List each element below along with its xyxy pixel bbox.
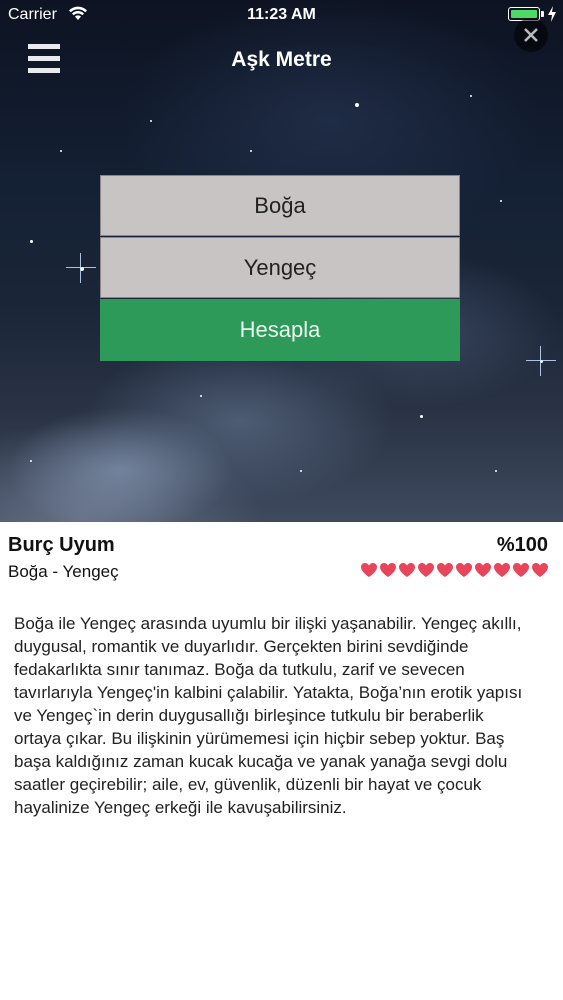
clock: 11:23 AM: [247, 6, 316, 23]
heart-icon: [361, 563, 377, 577]
heart-icon: [456, 563, 472, 577]
star: [250, 150, 252, 152]
calculate-button-label: Hesapla: [239, 317, 321, 342]
heart-icon: [475, 563, 491, 577]
result-title: Burç Uyum: [8, 534, 115, 556]
first-sign-selector[interactable]: Boğa: [100, 175, 460, 236]
star: [150, 120, 152, 122]
first-sign-label: Boğa: [254, 192, 306, 218]
star: [30, 460, 32, 462]
star: [495, 470, 497, 472]
battery-tip: [541, 11, 544, 17]
calculate-button[interactable]: Hesapla: [100, 299, 460, 361]
heart-icon: [532, 563, 548, 577]
second-sign-selector[interactable]: Yengeç: [100, 237, 460, 298]
heart-icon: [418, 563, 434, 577]
compatibility-description: Boğa ile Yengeç arasında uyumlu bir iliş…: [14, 614, 523, 817]
star: [60, 150, 62, 152]
heart-icon: [494, 563, 510, 577]
page-title: Aşk Metre: [231, 48, 332, 71]
sign-pair-label: Boğa - Yengeç: [8, 562, 119, 581]
space-background: Carrier 11:23 AM Aşk Metre Boğa Yengeç H…: [0, 0, 563, 522]
heart-icon: [513, 563, 529, 577]
star-flare: [526, 346, 556, 376]
compatibility-percent: %100: [496, 534, 548, 556]
close-icon[interactable]: [514, 18, 548, 52]
heart-rating: [360, 562, 549, 578]
charging-bolt-icon: [548, 6, 556, 22]
second-sign-label: Yengeç: [243, 254, 317, 280]
heart-icon: [437, 563, 453, 577]
star: [200, 395, 202, 397]
heart-icon: [399, 563, 415, 577]
status-bar: Carrier 11:23 AM: [0, 0, 563, 30]
star-flare: [66, 253, 96, 283]
star: [300, 470, 302, 472]
heart-icon: [380, 563, 396, 577]
star: [420, 415, 423, 418]
star: [30, 240, 33, 243]
star: [500, 200, 502, 202]
star: [470, 95, 472, 97]
star: [355, 103, 359, 107]
